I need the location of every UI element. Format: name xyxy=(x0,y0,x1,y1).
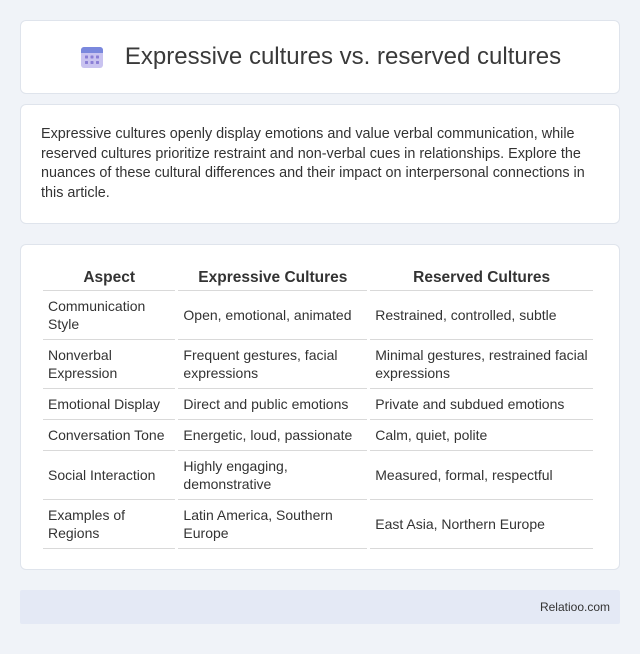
reserved-cell: Private and subdued emotions xyxy=(370,389,593,420)
intro-paragraph: Expressive cultures openly display emoti… xyxy=(41,126,585,201)
aspect-cell: Examples of Regions xyxy=(43,500,176,549)
reserved-cell: Measured, formal, respectful xyxy=(370,451,593,500)
aspect-cell: Conversation Tone xyxy=(43,420,176,451)
aspect-cell: Communication Style xyxy=(43,291,176,340)
footer-site-link[interactable]: Relatioo.com xyxy=(540,600,610,614)
table-row: Nonverbal Expression Frequent gestures, … xyxy=(43,340,593,389)
comparison-table: Aspect Expressive Cultures Reserved Cult… xyxy=(40,263,596,549)
expressive-cell: Direct and public emotions xyxy=(178,389,368,420)
table-row: Communication Style Open, emotional, ani… xyxy=(43,291,593,340)
aspect-cell: Social Interaction xyxy=(43,451,176,500)
table-row: Examples of Regions Latin America, South… xyxy=(43,500,593,549)
expressive-cell: Energetic, loud, passionate xyxy=(178,420,368,451)
aspect-cell: Emotional Display xyxy=(43,389,176,420)
expressive-cell: Frequent gestures, facial expressions xyxy=(178,340,368,389)
footer-bar: Relatioo.com xyxy=(20,590,620,624)
table-row: Conversation Tone Energetic, loud, passi… xyxy=(43,420,593,451)
reserved-cell: Restrained, controlled, subtle xyxy=(370,291,593,340)
comparison-card: Aspect Expressive Cultures Reserved Cult… xyxy=(20,244,620,570)
reserved-cell: East Asia, Northern Europe xyxy=(370,500,593,549)
title-card: Expressive cultures vs. reserved culture… xyxy=(20,20,620,94)
page-title: Expressive cultures vs. reserved culture… xyxy=(124,43,562,70)
reserved-cell: Calm, quiet, polite xyxy=(370,420,593,451)
calendar-icon xyxy=(79,44,105,70)
column-header-expressive: Expressive Cultures xyxy=(178,263,368,291)
table-header-row: Aspect Expressive Cultures Reserved Cult… xyxy=(43,263,593,291)
column-header-aspect: Aspect xyxy=(43,263,176,291)
table-row: Emotional Display Direct and public emot… xyxy=(43,389,593,420)
expressive-cell: Open, emotional, animated xyxy=(178,291,368,340)
expressive-cell: Highly engaging, demonstrative xyxy=(178,451,368,500)
expressive-cell: Latin America, Southern Europe xyxy=(178,500,368,549)
intro-card: Expressive cultures openly display emoti… xyxy=(20,104,620,224)
column-header-reserved: Reserved Cultures xyxy=(370,263,593,291)
table-row: Social Interaction Highly engaging, demo… xyxy=(43,451,593,500)
reserved-cell: Minimal gestures, restrained facial expr… xyxy=(370,340,593,389)
aspect-cell: Nonverbal Expression xyxy=(43,340,176,389)
